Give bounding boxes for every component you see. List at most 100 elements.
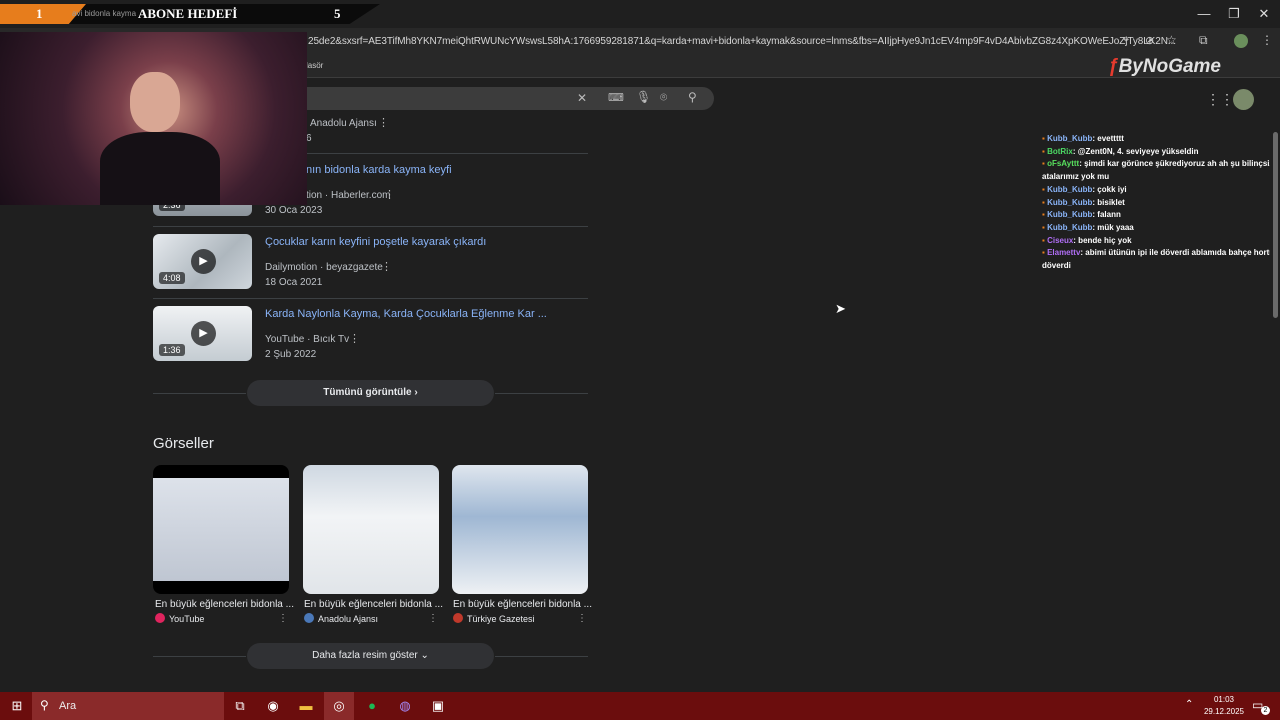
more-images-button[interactable]: Daha fazla resim göster ⌄	[247, 643, 494, 669]
chat-message: ▪ Elamettv: abimi ütünün ipi ile döverdi…	[1042, 247, 1280, 259]
play-icon: ▶	[191, 321, 216, 346]
video-title-link[interactable]: Çocuklar karın keyfini poşetle kayarak ç…	[265, 236, 486, 248]
overlay-rank: 1	[36, 6, 43, 21]
chat-username: oFsAyttt	[1047, 159, 1080, 169]
spotify-icon[interactable]: ●	[357, 692, 387, 720]
more-options-icon[interactable]: ⋮	[349, 332, 360, 345]
windows-start-icon[interactable]: ⊞	[2, 692, 32, 720]
location-icon[interactable]: ⌖	[1123, 34, 1129, 47]
taskbar: ⊞ ⚲ Ara ⧉ ◉ ▬ ◎ ● ◍ ▣ ⌃ 01:03 29.12.2025…	[0, 692, 1280, 720]
restore-icon[interactable]: ❐	[1217, 0, 1251, 28]
video-thumbnail[interactable]: ▶ 1:36	[153, 306, 252, 361]
more-options-icon[interactable]: ⋮	[428, 613, 438, 624]
eye-off-icon[interactable]: ⊘	[1145, 34, 1154, 47]
search-box[interactable]: ✕ ⌨ 🎙 ⌾ ⚲	[300, 87, 714, 110]
more-options-icon[interactable]: ⋮	[278, 613, 288, 624]
divider	[495, 393, 588, 394]
lens-icon[interactable]: ⌾	[660, 90, 667, 105]
menu-icon[interactable]: ⋮	[1261, 33, 1273, 47]
file-explorer-icon[interactable]: ▬	[291, 692, 321, 720]
close-icon[interactable]: ✕	[1247, 0, 1280, 28]
image-result[interactable]	[303, 465, 439, 594]
image-caption[interactable]: En büyük eğlenceleri bidonla ...	[453, 599, 592, 610]
chat-username: Kubb_Kubb	[1047, 184, 1093, 194]
extensions-icon[interactable]: ⧉	[1199, 33, 1208, 48]
tab-title-fragment[interactable]: avi bidonla kayma	[72, 9, 136, 18]
video-source: Anadolu Ajansı	[310, 118, 377, 129]
chat-text: : falann	[1092, 210, 1121, 220]
task-view-icon[interactable]: ⧉	[225, 692, 255, 720]
chat-message: ▪ Ciseux: bende hiç yok	[1042, 235, 1132, 247]
image-caption[interactable]: En büyük eğlenceleri bidonla ...	[155, 599, 294, 610]
chat-message: ▪ Kubb_Kubb: mük yaaa	[1042, 222, 1134, 234]
more-options-icon[interactable]: ⋮	[381, 260, 392, 273]
discord-icon[interactable]: ◍	[390, 692, 420, 720]
chat-message: ▪ Kubb_Kubb: falann	[1042, 209, 1121, 221]
scrollbar-thumb[interactable]	[1273, 132, 1278, 318]
divider	[495, 656, 588, 657]
youtube-icon	[155, 613, 165, 623]
see-all-label: Tümünü görüntüle	[323, 387, 412, 398]
image-source: YouTube	[169, 614, 205, 624]
more-options-icon[interactable]: ⋮	[378, 116, 389, 129]
divider	[153, 226, 588, 227]
chat-text: : evettttt	[1092, 134, 1124, 143]
clock-date[interactable]: 29.12.2025	[1200, 707, 1248, 716]
chat-message: ▪ oFsAyttt: şimdi kar görünce şükrediyor…	[1042, 158, 1274, 170]
taskbar-search[interactable]: ⚲ Ara	[32, 692, 224, 720]
search-icon[interactable]: ⚲	[688, 90, 697, 104]
profile-avatar[interactable]	[1234, 34, 1248, 48]
webcam-feed	[0, 32, 307, 205]
chevron-up-icon[interactable]: ⌃	[1185, 699, 1193, 710]
notification-count: 2	[1261, 706, 1270, 715]
chat-username: Elamettv	[1047, 248, 1081, 258]
chat-message: döverdi	[1042, 260, 1071, 272]
image-source: Anadolu Ajansı	[318, 614, 379, 624]
chrome-icon[interactable]: ◎	[324, 692, 354, 720]
overlay-goal-value: 5	[334, 6, 341, 21]
divider	[153, 656, 246, 657]
apps-grid-icon[interactable]: ⋮⋮	[1206, 91, 1234, 108]
app-icon[interactable]: ▣	[423, 692, 453, 720]
video-title-link[interactable]: Karda Naylonla Kayma, Karda Çocuklarla E…	[265, 308, 547, 320]
chat-text: : bisiklet	[1092, 197, 1125, 207]
image-result[interactable]	[153, 465, 289, 594]
clear-icon[interactable]: ✕	[577, 91, 587, 105]
divider	[153, 298, 588, 299]
obs-icon[interactable]: ◉	[258, 692, 288, 720]
news-icon	[453, 613, 463, 623]
bookmark-star-icon[interactable]: ☆	[1166, 33, 1177, 47]
video-date: 30 Oca 2023	[265, 205, 323, 216]
account-avatar[interactable]	[1233, 89, 1254, 110]
video-source: YouTube · Bıcık Tv	[265, 334, 350, 345]
chat-text: atalarımız yok mu	[1042, 172, 1110, 182]
minimize-icon[interactable]: —	[1187, 0, 1221, 28]
chat-username: Kubb_Kubb	[1047, 197, 1093, 207]
video-thumbnail[interactable]: ▶ 4:08	[153, 234, 252, 289]
image-result[interactable]	[452, 465, 588, 594]
chat-message: atalarımız yok mu	[1042, 171, 1109, 183]
keyboard-icon[interactable]: ⌨	[608, 91, 624, 104]
microphone-icon[interactable]: 🎙	[636, 90, 651, 104]
url-text[interactable]: 25de2&sxsrf=AE3TifMh8YKN7meiQhtRWUNcYWsw…	[308, 36, 1176, 47]
bookmark-folder[interactable]: lasör	[306, 61, 323, 70]
divider	[153, 393, 246, 394]
more-options-icon[interactable]: ⋮	[384, 188, 395, 201]
more-images-label: Daha fazla resim göster	[312, 650, 418, 661]
chat-text: : mük yaaa	[1092, 222, 1134, 232]
clock-time[interactable]: 01:03	[1204, 695, 1244, 704]
video-date: 2 Şub 2022	[265, 349, 317, 360]
mouse-cursor: ➤	[835, 301, 846, 316]
chat-text: : çokk iyi	[1092, 184, 1127, 194]
video-title-link[interactable]: nın bidonla karda kayma keyfi	[306, 164, 452, 176]
more-options-icon[interactable]: ⋮	[577, 613, 587, 624]
search-icon: ⚲	[40, 698, 49, 712]
chat-text: : @Zent0N, 4. seviyeye yükseldin	[1072, 146, 1199, 156]
scrollbar[interactable]	[1270, 78, 1280, 692]
see-all-button[interactable]: Tümünü görüntüle ›	[247, 380, 494, 406]
chat-username: Kubb_Kubb	[1047, 222, 1093, 232]
image-caption[interactable]: En büyük eğlenceleri bidonla ...	[304, 599, 443, 610]
chat-text: döverdi	[1042, 261, 1071, 270]
chat-message: ▪ Kubb_Kubb: bisiklet	[1042, 197, 1125, 209]
video-date: 18 Oca 2021	[265, 277, 323, 288]
